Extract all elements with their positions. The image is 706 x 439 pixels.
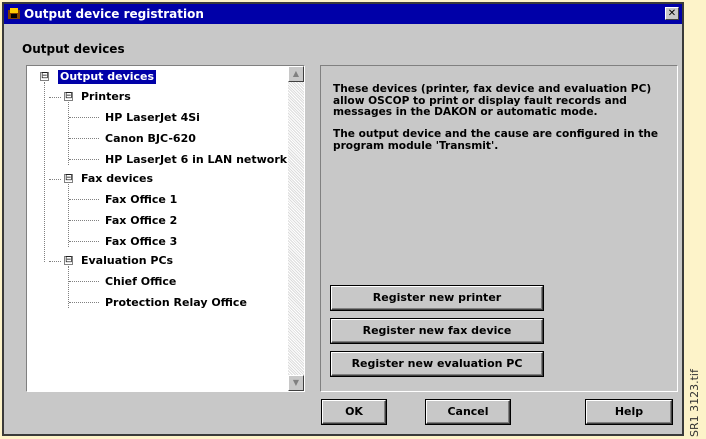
tree-connector	[69, 199, 99, 200]
collapse-icon[interactable]: ⊟	[64, 174, 73, 183]
tree-group-printers[interactable]: Printers	[81, 90, 131, 104]
info-description: These devices (printer, fax device and e…	[333, 83, 652, 118]
register-evaluation-pc-button[interactable]: Register new evaluation PC	[331, 352, 543, 376]
tree-connector	[49, 97, 61, 98]
tree-root-output-devices[interactable]: Output devices	[58, 70, 157, 84]
tree-connector	[69, 159, 99, 160]
tree-item-fax[interactable]: Fax Office 1	[105, 193, 177, 207]
window-title: Output device registration	[24, 7, 204, 21]
file-label: SR1 3123.tif	[688, 369, 701, 437]
close-button[interactable]: ✕	[665, 7, 679, 20]
tree-item-fax[interactable]: Fax Office 2	[105, 214, 177, 228]
tree-connector	[69, 281, 99, 282]
scroll-up-icon[interactable]: ▲	[288, 66, 304, 82]
tree-connector	[69, 220, 99, 221]
tree-item-fax[interactable]: Fax Office 3	[105, 235, 177, 249]
tree-connector	[68, 102, 69, 165]
dialog-window: Output device registration ✕ Output devi…	[2, 2, 684, 436]
tree-scrollbar[interactable]: ▲ ▼	[288, 66, 304, 391]
tree-item-printer[interactable]: Canon BJC-620	[105, 132, 196, 146]
tree-connector	[69, 302, 99, 303]
info-panel: These devices (printer, fax device and e…	[320, 65, 678, 392]
tree-connector	[68, 184, 69, 247]
tree-item-printer[interactable]: HP LaserJet 6 in LAN network	[105, 153, 287, 167]
output-devices-group-label: Output devices	[22, 42, 125, 56]
tree-group-evaluation-pcs[interactable]: Evaluation PCs	[81, 254, 173, 268]
register-fax-button[interactable]: Register new fax device	[331, 319, 543, 343]
tree-connector	[69, 138, 99, 139]
collapse-icon[interactable]: ⊟	[40, 72, 49, 81]
tree-item-printer[interactable]: HP LaserJet 4Si	[105, 111, 200, 125]
ok-button[interactable]: OK	[322, 400, 386, 424]
device-tree[interactable]: ⊟ Output devices ⊟ Printers HP LaserJet …	[26, 65, 305, 392]
tree-group-fax-devices[interactable]: Fax devices	[81, 172, 153, 186]
tree-connector	[69, 241, 99, 242]
tree-connector	[69, 117, 99, 118]
collapse-icon[interactable]: ⊟	[64, 92, 73, 101]
tree-connector	[44, 82, 45, 262]
cancel-button[interactable]: Cancel	[426, 400, 510, 424]
tree-connector	[49, 261, 61, 262]
close-icon: ✕	[667, 8, 677, 19]
info-configuration-note: The output device and the cause are conf…	[333, 128, 659, 152]
collapse-icon[interactable]: ⊟	[64, 256, 73, 265]
tree-connector	[49, 179, 61, 180]
title-bar[interactable]: Output device registration ✕	[4, 4, 682, 24]
register-printer-button[interactable]: Register new printer	[331, 286, 543, 310]
tree-item-evaluation-pc[interactable]: Chief Office	[105, 275, 176, 289]
help-button[interactable]: Help	[586, 400, 672, 424]
scroll-down-icon[interactable]: ▼	[288, 375, 304, 391]
app-icon	[8, 8, 20, 19]
tree-item-evaluation-pc[interactable]: Protection Relay Office	[105, 296, 247, 310]
